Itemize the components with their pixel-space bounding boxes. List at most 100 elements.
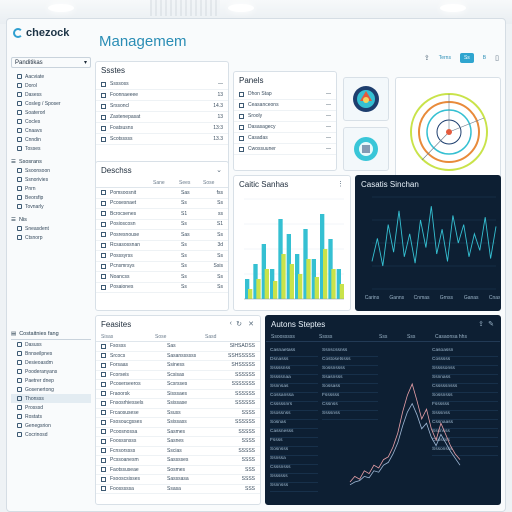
table-row[interactable]: Fcorseis Scsisas SSSSSS: [96, 371, 260, 380]
sidebar-item-label: Soaterorl: [25, 109, 46, 116]
sidebar-item[interactable]: Ctsnorp: [11, 233, 91, 242]
table-row[interactable]: Pcosesnaet Ss Ss: [96, 199, 228, 209]
list-item[interactable]: Ssssoss —: [96, 79, 228, 90]
refresh-icon[interactable]: ↻: [236, 320, 242, 328]
sidebar-item[interactable]: Paetrer dnep: [11, 376, 91, 385]
sidebar-item[interactable]: Cocles: [11, 117, 91, 126]
list-item[interactable]: Casadas —: [234, 133, 336, 144]
sidebar-item[interactable]: Cosleg / Sposer: [11, 99, 91, 108]
sidebar-item[interactable]: Pooderanyans: [11, 367, 91, 376]
sidebar-item[interactable]: Rostats: [11, 412, 91, 421]
sidebar-item[interactable]: Beorsfip: [11, 193, 91, 202]
row-value: —: [326, 135, 331, 141]
more-icon[interactable]: ⋮: [337, 180, 344, 188]
table-row[interactable]: Fsooscsisses Sasssasa SSSS: [96, 475, 260, 485]
row-icon: [239, 135, 244, 141]
sidebar-item[interactable]: Sneasdent: [11, 224, 91, 233]
table-row[interactable]: Posioscosn Ss S1: [96, 220, 228, 230]
toolbar-button-ss[interactable]: Ss: [459, 53, 474, 63]
list-item[interactable]: Foonnaeeee 13: [96, 90, 228, 101]
table-row[interactable]: Rcsasossnan Ss 3d: [96, 241, 228, 251]
sidebar-item[interactable]: Dasuss: [11, 340, 91, 349]
table-row[interactable]: Fraoorsk Sisssaes SSSSSS: [96, 390, 260, 399]
item-icon: [17, 128, 22, 133]
row-value: —: [326, 91, 331, 97]
table-row[interactable]: Foosssssa Ssasa SSS: [96, 485, 260, 494]
table-row[interactable]: Posssyrss Ss Ss: [96, 251, 228, 262]
sidebar-item[interactable]: Genegsrion: [11, 421, 91, 430]
document-icon[interactable]: ▯: [495, 54, 499, 62]
list-item[interactable]: Srssoncl 14.3: [96, 101, 228, 112]
table-row[interactable]: Fsosss Sas SIHSADSS: [96, 342, 260, 352]
list-item[interactable]: Foatsusns 13:3: [96, 123, 228, 134]
edit-icon[interactable]: ✎: [488, 320, 494, 328]
list-item[interactable]: Zastenepasat 13: [96, 112, 228, 123]
sidebar-item[interactable]: Aacviate: [11, 72, 91, 81]
chevron-down-icon[interactable]: ⌄: [216, 166, 222, 174]
table-row[interactable]: Faotssuseae Sosmes SSS: [96, 466, 260, 475]
list-item[interactable]: Scotsssss 13.3: [96, 134, 228, 145]
sidebar-group-2[interactable]: ☰ Ssosrans: [11, 157, 91, 166]
sidebar-item[interactable]: Bnnseilpnes: [11, 349, 91, 358]
list-item[interactable]: Dhon Stap —: [234, 89, 336, 100]
table-row[interactable]: Pcnsmrsys Ss Ssis: [96, 262, 228, 272]
sidebar-item[interactable]: Tosses: [11, 144, 91, 153]
close-icon[interactable]: ✕: [248, 320, 254, 328]
table-row[interactable]: Pcssoanesm Sasssses SSSS: [96, 456, 260, 466]
row-value: 13: [217, 114, 223, 120]
list-item[interactable]: Cwossuuner —: [234, 144, 336, 155]
table-row[interactable]: Posresnouse Sas Ss: [96, 230, 228, 241]
brand-mark-icon: [13, 28, 23, 38]
table-row[interactable]: Bcrocsenes S1 ss: [96, 209, 228, 220]
chevron-left-icon[interactable]: ‹: [230, 320, 232, 327]
list-item[interactable]: Srooly —: [234, 111, 336, 122]
sidebar-group-3[interactable]: ☰ Nis: [11, 215, 91, 224]
sidebar-item[interactable]: Soaterorl: [11, 108, 91, 117]
row-label: Bcrocsenes: [110, 210, 137, 217]
table-row[interactable]: Pcoosnossa Sasmes SSSSS: [96, 428, 260, 437]
share-icon[interactable]: ⇪: [424, 54, 430, 62]
sidebar-item-label: Gosenertong: [25, 386, 54, 393]
table-row[interactable]: Fsosoucgsses Ssissass SSSSSS: [96, 418, 260, 428]
sidebar-item[interactable]: Cnaavs: [11, 126, 91, 135]
table-row[interactable]: Fnsosrhiessels Ssissase SSSSSS: [96, 399, 260, 409]
table-row[interactable]: Posaiones Ss Ss: [96, 283, 228, 293]
toolbar-button-terns[interactable]: Terns: [435, 53, 455, 63]
row-value: —: [326, 146, 331, 152]
sidebar-item[interactable]: Cnndin: [11, 135, 91, 144]
table-row[interactable]: Srcocs Sasanssssss SSHSSSSS: [96, 352, 260, 361]
panels-panel-title: Panels: [239, 76, 264, 85]
sidebar-item[interactable]: Desieoasdm: [11, 358, 91, 367]
sidebar-footer-group[interactable]: ▤ Costaitnies fang: [11, 331, 91, 340]
table-row[interactable]: Pomsoosnit Sas fss: [96, 188, 228, 199]
row-value: —: [326, 124, 331, 130]
share-icon[interactable]: ⇪: [478, 320, 484, 328]
table-row[interactable]: Foosssnsss Sasnes SSSS: [96, 437, 260, 447]
sidebar-item[interactable]: Dasess: [11, 90, 91, 99]
sidebar-item[interactable]: Pnrn: [11, 184, 91, 193]
row-cell: Ssissass: [167, 419, 187, 426]
analytics-cell: Sosnas: [270, 420, 318, 429]
row-cell: Sisssaes: [167, 390, 188, 397]
sidebar-item[interactable]: Tovnarly: [11, 202, 91, 211]
sidebar-item-selected[interactable]: Thonsss: [11, 394, 91, 403]
sidebar-item[interactable]: Prosssd: [11, 403, 91, 412]
table-row[interactable]: Noancss Ss Ss: [96, 272, 228, 283]
sidebar-header[interactable]: Panditikas ▾: [11, 57, 91, 68]
image-tile-1[interactable]: [343, 77, 389, 121]
sidebar-item[interactable]: Gosenertong: [11, 385, 91, 394]
sidebar-item[interactable]: Ssnorivies: [11, 175, 91, 184]
sidebar-item-label: Ssoonsoon: [25, 167, 51, 174]
sidebar-item[interactable]: Cocrinosd: [11, 430, 91, 439]
table-row[interactable]: Forsaas Ssiness SHSSSSS: [96, 361, 260, 371]
toolbar-button-b[interactable]: B: [479, 53, 490, 63]
sidebar-item[interactable]: Ssoonsoon: [11, 166, 91, 175]
table-row[interactable]: Pcoserseeros Scsrsses SSSSSSS: [96, 380, 260, 390]
list-item[interactable]: Ceasanceons —: [234, 100, 336, 111]
list-item[interactable]: Dasasagecy —: [234, 122, 336, 133]
sidebar-item[interactable]: Dorol: [11, 81, 91, 90]
table-row[interactable]: Frcaosusese Ssuss SSSS: [96, 409, 260, 418]
image-tile-2[interactable]: [343, 127, 389, 171]
brand-logo[interactable]: chezock: [13, 27, 69, 39]
table-row[interactable]: Fcnsorssss Sscias SSSSS: [96, 447, 260, 456]
